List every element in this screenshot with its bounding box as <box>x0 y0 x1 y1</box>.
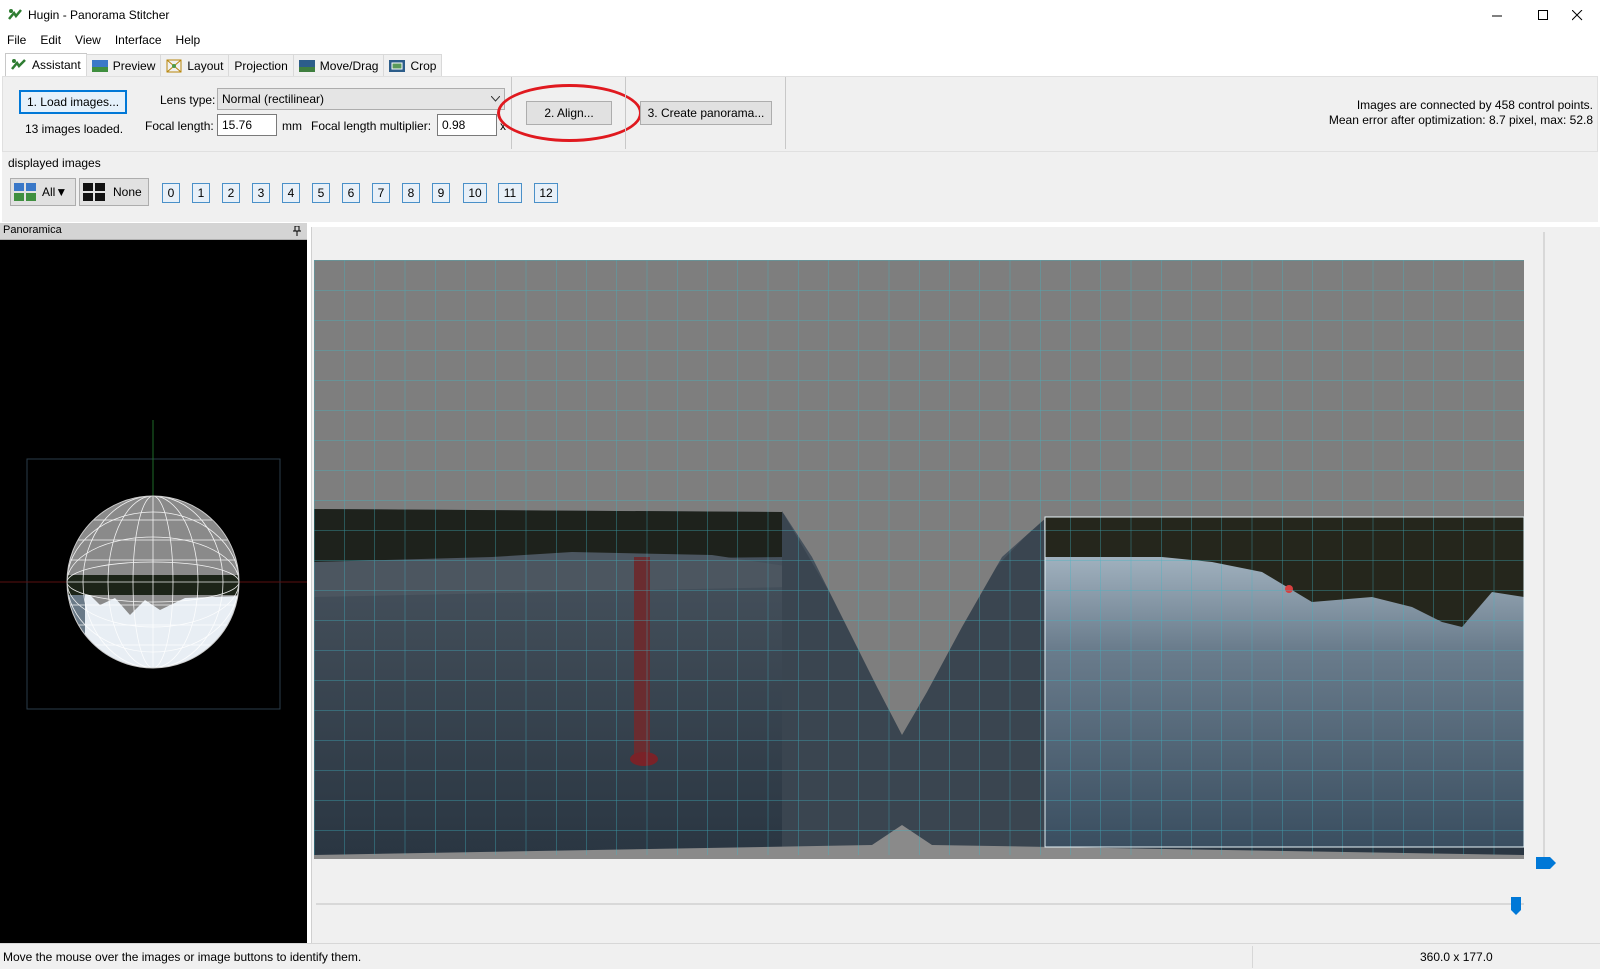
image-toggle-4[interactable]: 4 <box>282 183 300 203</box>
image-toggle-12[interactable]: 12 <box>534 183 558 203</box>
menu-view[interactable]: View <box>68 31 108 51</box>
all-images-icon <box>14 183 36 201</box>
tab-move-drag[interactable]: Move/Drag <box>292 54 385 76</box>
image-toggle-3[interactable]: 3 <box>252 183 270 203</box>
status-bar: Move the mouse over the images or image … <box>0 943 1600 969</box>
chevron-down-icon <box>491 96 500 102</box>
separator <box>625 77 626 149</box>
tab-assistant[interactable]: Assistant <box>5 53 87 76</box>
window-title: Hugin - Panorama Stitcher <box>28 8 170 22</box>
show-all-button[interactable]: All▼ <box>10 178 76 206</box>
focal-length-input[interactable] <box>217 114 277 136</box>
displayed-images-label: displayed images <box>8 156 101 170</box>
tab-preview[interactable]: Preview <box>85 54 162 76</box>
crop-icon <box>389 59 406 72</box>
optimization-error-status: Mean error after optimization: 8.7 pixel… <box>1328 113 1593 127</box>
tab-layout[interactable]: Layout <box>160 54 230 76</box>
horizontal-slider-thumb[interactable] <box>1511 897 1521 915</box>
minimize-icon <box>1491 15 1502 17</box>
control-points-status: Images are connected by 458 control poin… <box>1356 98 1593 112</box>
image-toggle-6[interactable]: 6 <box>342 183 360 203</box>
image-toggle-7[interactable]: 7 <box>372 183 390 203</box>
all-label: All▼ <box>42 185 68 199</box>
main-tabs: Assistant Preview Layout Projection Move… <box>5 53 443 76</box>
menu-bar: File Edit View Interface Help <box>0 31 1600 51</box>
layout-icon <box>166 59 182 72</box>
menu-edit[interactable]: Edit <box>33 31 68 51</box>
status-separator <box>1252 946 1253 968</box>
focal-length-unit: mm <box>282 119 302 133</box>
pin-icon[interactable] <box>293 226 301 236</box>
highlight-annotation <box>497 84 642 142</box>
preview-icon <box>91 59 108 72</box>
no-images-icon <box>83 183 105 201</box>
image-toggle-5[interactable]: 5 <box>312 183 330 203</box>
panosphere-preview[interactable] <box>0 240 307 943</box>
load-images-button[interactable]: 1. Load images... <box>19 90 127 114</box>
vertical-slider-thumb[interactable] <box>1536 857 1556 869</box>
image-toggle-0[interactable]: 0 <box>162 183 180 203</box>
displayed-images-panel: displayed images <box>2 152 1598 222</box>
separator <box>785 77 786 149</box>
panorama-preview-image[interactable] <box>312 227 1600 943</box>
lens-type-label: Lens type: <box>160 93 216 107</box>
image-toggle-9[interactable]: 9 <box>432 183 450 203</box>
show-none-button[interactable]: None <box>79 178 149 206</box>
title-bar: Hugin - Panorama Stitcher <box>0 0 1600 31</box>
multiplier-label: Focal length multiplier: <box>311 119 432 133</box>
panoramica-title: Panoramica <box>3 224 62 236</box>
images-loaded-text: 13 images loaded. <box>25 122 124 136</box>
assistant-panel: 1. Load images... 13 images loaded. Lens… <box>2 76 1598 152</box>
tab-crop[interactable]: Crop <box>383 54 443 76</box>
image-toggle-10[interactable]: 10 <box>463 183 487 203</box>
panoramica-header: Panoramica <box>0 223 307 240</box>
lens-type-select[interactable]: Normal (rectilinear) <box>217 88 505 110</box>
close-button[interactable] <box>1554 0 1600 31</box>
panoramica-viewport[interactable] <box>0 240 307 943</box>
menu-file[interactable]: File <box>0 31 33 51</box>
menu-help[interactable]: Help <box>169 31 208 51</box>
field-of-view-readout: 360.0 x 177.0 <box>1420 950 1493 964</box>
image-toggle-2[interactable]: 2 <box>222 183 240 203</box>
focal-length-label: Focal length: <box>145 119 214 133</box>
none-label: None <box>113 185 142 199</box>
maximize-icon <box>1537 10 1548 20</box>
move-drag-icon <box>298 59 315 72</box>
close-icon <box>1571 10 1582 21</box>
image-toggle-1[interactable]: 1 <box>192 183 210 203</box>
assistant-icon <box>11 59 26 70</box>
lens-type-value: Normal (rectilinear) <box>222 92 325 106</box>
multiplier-input[interactable] <box>437 114 497 136</box>
status-hint: Move the mouse over the images or image … <box>3 950 362 964</box>
minimize-button[interactable] <box>1474 0 1520 31</box>
create-panorama-button[interactable]: 3. Create panorama... <box>640 101 772 125</box>
hugin-app-icon <box>8 9 22 20</box>
image-toggle-11[interactable]: 11 <box>498 183 522 203</box>
image-toggle-8[interactable]: 8 <box>402 183 420 203</box>
fast-preview-canvas[interactable] <box>311 227 1600 943</box>
tab-projection[interactable]: Projection <box>228 54 294 76</box>
menu-interface[interactable]: Interface <box>108 31 169 51</box>
